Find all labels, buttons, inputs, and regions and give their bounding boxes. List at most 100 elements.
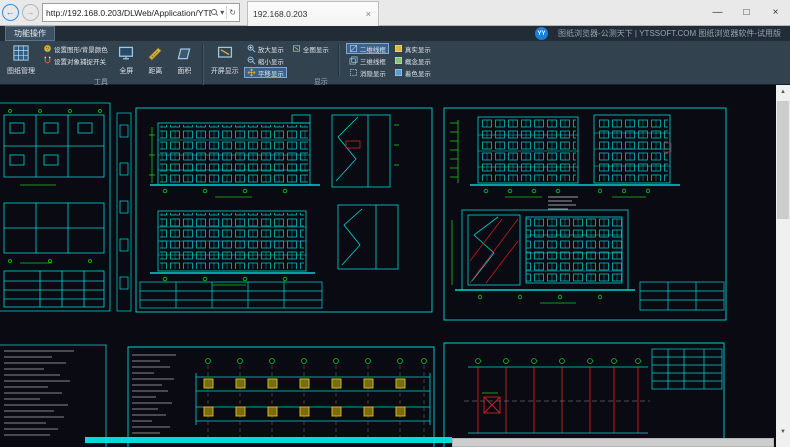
drawing-manager-icon — [13, 45, 29, 61]
back-button[interactable]: ← — [0, 2, 20, 24]
set-color-button[interactable]: 设置图形/背景颜色 — [40, 43, 111, 54]
address-bar[interactable]: http://192.168.0.203/DLWeb/Application/Y… — [42, 3, 240, 22]
url-text: http://192.168.0.203/DLWeb/Application/Y… — [46, 8, 211, 18]
realistic-icon — [394, 44, 403, 53]
fullscreen-button[interactable]: 全屏 — [113, 43, 140, 78]
button-label: 图纸管理 — [7, 66, 35, 76]
button-label: 三维线框 — [360, 56, 386, 66]
scrollbar-corner — [776, 438, 790, 447]
hidden-line-button[interactable]: 消隐显示 — [346, 67, 389, 78]
browser-window: ← → http://192.168.0.203/DLWeb/Applicati… — [0, 0, 790, 447]
ribbon-group-divider — [202, 45, 204, 85]
br-bounds — [468, 367, 648, 433]
ribbon-group-display: 开屏显示 放大显示 — [208, 43, 434, 87]
scroll-up-icon[interactable]: ▲ — [776, 85, 790, 98]
sheet-edge-strip — [85, 437, 452, 443]
ribbon-tab-operations[interactable]: 功能操作 — [5, 26, 55, 41]
center-title-block — [140, 282, 322, 308]
vertical-scrollbar[interactable]: ▲ ▼ — [776, 85, 790, 438]
center-stair-sections — [332, 115, 398, 269]
wireframe-2d-icon — [349, 44, 358, 53]
fit-all-button[interactable]: 全图显示 — [289, 43, 332, 54]
tab-title: 192.168.0.203 — [253, 9, 307, 19]
button-label: 开屏显示 — [211, 66, 239, 76]
ribbon: 功能操作 YY 图纸浏览器-公测天下 | YTSSOFT.COM 图纸浏览器软件… — [0, 26, 790, 85]
drawing-manager-button[interactable]: 图纸管理 — [4, 43, 38, 78]
center-elevation-bottom — [150, 211, 315, 273]
br-grid — [478, 367, 638, 433]
realistic-button[interactable]: 真实显示 — [391, 43, 434, 54]
sheet-bottom-left-text — [4, 351, 74, 435]
refresh-icon[interactable]: ↻ — [229, 8, 236, 17]
palette-icon — [43, 44, 52, 53]
right-section — [455, 210, 635, 290]
center-elevation-top — [150, 115, 320, 185]
close-button[interactable]: × — [761, 0, 790, 26]
bc-axis-lines — [208, 365, 424, 437]
button-label: 概念显示 — [405, 56, 431, 66]
maximize-button[interactable]: □ — [732, 0, 761, 26]
window-controls: — □ × — [703, 0, 790, 26]
scroll-down-icon[interactable]: ▼ — [776, 425, 790, 438]
right-notes — [548, 197, 578, 209]
minimize-button[interactable]: — — [703, 0, 732, 26]
wireframe-2d-button[interactable]: 二维线框 — [346, 43, 389, 54]
zoom-in-icon — [247, 44, 256, 53]
fit-screen-button[interactable]: 开屏显示 — [208, 43, 242, 78]
bc-notes — [132, 355, 176, 433]
search-icon[interactable] — [211, 9, 218, 16]
button-label: 全屏 — [119, 66, 133, 76]
address-divider — [226, 6, 227, 19]
distance-button[interactable]: 距离 — [142, 43, 169, 78]
pan-button[interactable]: 平移显示 — [244, 67, 287, 78]
tab-close-icon[interactable]: × — [364, 9, 373, 19]
button-label: 缩小显示 — [258, 56, 284, 66]
ribbon-group-tools: 图纸管理 设置图形/背景颜色 — [4, 43, 198, 87]
pan-icon — [247, 68, 256, 77]
area-icon — [176, 45, 192, 61]
search-dropdown-icon[interactable]: ▾ — [220, 8, 224, 17]
bc-axis-bubbles — [206, 359, 427, 364]
bc-walls — [196, 373, 430, 425]
fit-all-icon — [292, 44, 301, 53]
ribbon-subgroup-divider — [338, 45, 340, 76]
bc-columns — [204, 379, 405, 416]
vertical-scroll-thumb[interactable] — [777, 101, 789, 219]
button-label: 距离 — [148, 66, 162, 76]
br-table — [652, 349, 722, 389]
area-button[interactable]: 面积 — [171, 43, 198, 78]
wireframe-3d-button[interactable]: 三维线框 — [346, 55, 389, 66]
ribbon-body: 图纸管理 设置图形/背景颜色 — [0, 41, 790, 87]
status-text: 图纸浏览器-公测天下 | YTSSOFT.COM 图纸浏览器软件-试用版 — [554, 28, 785, 39]
browser-chrome: ← → http://192.168.0.203/DLWeb/Applicati… — [0, 0, 790, 26]
sheet-bottom-right-border — [444, 343, 724, 447]
sheet-bottom-left-border — [0, 345, 106, 447]
sheet-left-plan — [0, 103, 110, 311]
browser-tab[interactable]: 192.168.0.203 × — [247, 1, 379, 26]
button-label: 平移显示 — [258, 68, 284, 78]
button-label: 放大显示 — [258, 44, 284, 54]
sheet-detail-strip — [117, 113, 131, 311]
ribbon-tab-strip: 功能操作 YY 图纸浏览器-公测天下 | YTSSOFT.COM 图纸浏览器软件… — [0, 26, 790, 41]
zoom-in-button[interactable]: 放大显示 — [244, 43, 287, 54]
cad-drawing — [0, 85, 776, 447]
hidden-line-icon — [349, 68, 358, 77]
br-detail-column — [484, 397, 500, 413]
app-logo-icon: YY — [535, 27, 548, 40]
button-label: 着色显示 — [405, 68, 431, 78]
fit-screen-icon — [217, 45, 233, 61]
horizontal-scroll-thumb[interactable] — [452, 438, 774, 447]
zoom-out-button[interactable]: 缩小显示 — [244, 55, 287, 66]
snap-magnet-icon — [43, 56, 52, 65]
center-stair-detail — [346, 141, 360, 148]
cad-canvas[interactable] — [0, 85, 776, 447]
zoom-out-icon — [247, 56, 256, 65]
forward-button[interactable]: → — [20, 2, 40, 24]
conceptual-button[interactable]: 概念显示 — [391, 55, 434, 66]
button-label: 消隐显示 — [360, 68, 386, 78]
snap-toggle-button[interactable]: 设置对象捕捉开关 — [40, 55, 111, 66]
shaded-button[interactable]: 着色显示 — [391, 67, 434, 78]
conceptual-icon — [394, 56, 403, 65]
ruler-icon — [147, 45, 163, 61]
button-label: 设置对象捕捉开关 — [54, 56, 106, 66]
